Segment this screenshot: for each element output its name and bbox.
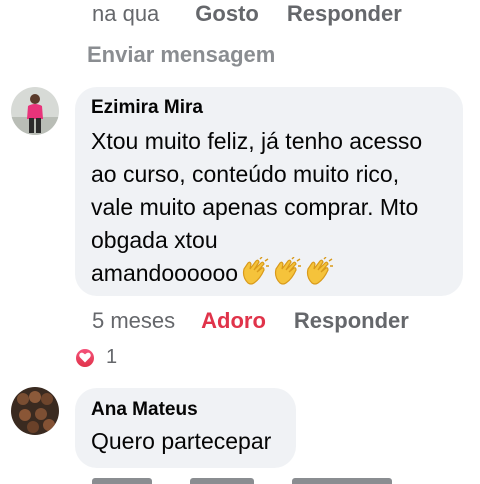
comment-time[interactable]: 5 meses (92, 308, 175, 334)
comment-actions: 5 meses Adoro Responder (92, 308, 437, 334)
like-button[interactable]: Gosto (195, 1, 259, 27)
prev-comment-time[interactable]: na qua (92, 1, 159, 27)
comment-text: Xtou muito feliz, já tenho acesso ao cur… (91, 125, 447, 294)
like-button (190, 478, 254, 484)
clapping-hands-icon (272, 256, 302, 294)
reply-button[interactable]: Responder (287, 1, 402, 27)
prev-comment-actions: na qua Gosto Responder (92, 1, 430, 27)
reaction-count: 1 (106, 346, 118, 368)
comment-bubble: Ana Mateus Quero partecepar (75, 388, 296, 468)
avatar[interactable] (11, 387, 59, 435)
reply-button[interactable]: Responder (294, 308, 409, 334)
comment-bubble: Ezimira Mira Xtou muito feliz, já tenho … (75, 87, 463, 296)
comment-author[interactable]: Ezimira Mira (91, 97, 447, 119)
reaction-summary[interactable]: 1 (74, 346, 117, 369)
love-button[interactable]: Adoro (201, 308, 266, 334)
comment-author[interactable]: Ana Mateus (91, 399, 280, 421)
comments-thread: na qua Gosto Responder Enviar mensagem E… (0, 0, 480, 484)
comment-time (92, 478, 152, 484)
clapping-hands-icon (240, 256, 270, 294)
avatar[interactable] (11, 87, 59, 135)
clapping-hands-icon (304, 256, 334, 294)
send-message-button[interactable]: Enviar mensagem (87, 42, 275, 68)
comment-text: Quero partecepar (91, 428, 272, 454)
heart-icon (74, 346, 96, 369)
comment-actions-cut-off (92, 478, 430, 484)
reply-button (292, 478, 392, 484)
